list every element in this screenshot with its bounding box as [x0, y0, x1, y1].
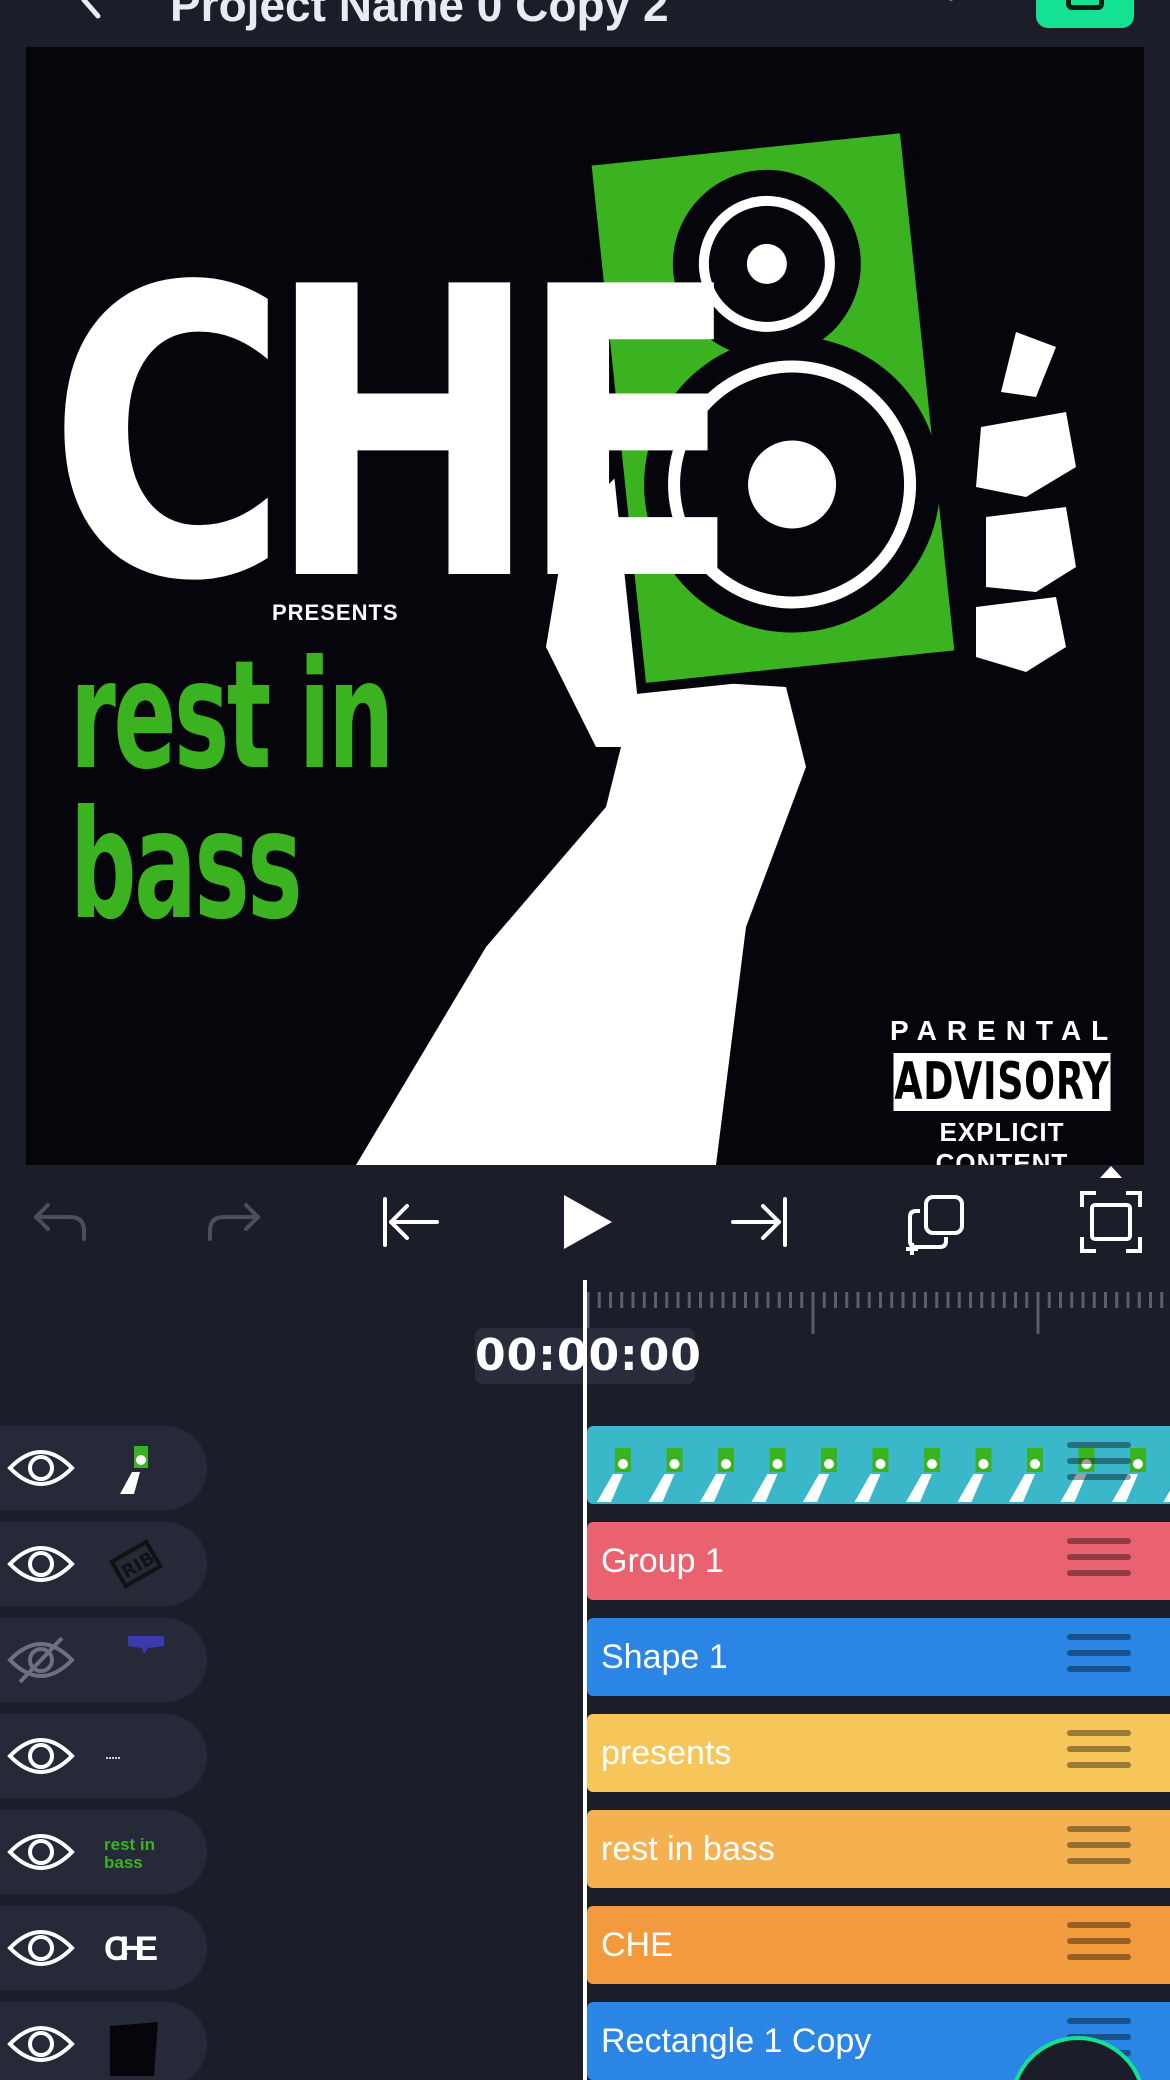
shape-1-clip[interactable]: Shape 1 — [587, 1618, 1170, 1696]
layer-controls: RIB — [0, 1522, 207, 1606]
rest-in-bass-clip[interactable]: rest in bass — [587, 1810, 1170, 1888]
redo-button[interactable] — [200, 1187, 270, 1257]
timeline[interactable]: 00:00:00 RIB Group 1 Shape 1 presents re… — [0, 1280, 1170, 2080]
clip-label: presents — [601, 1734, 732, 1772]
drag-handle-icon[interactable] — [1067, 1442, 1131, 1492]
skip-to-start-icon — [383, 1197, 439, 1247]
thumb-text-line-1: rest in — [104, 1835, 155, 1854]
timeline-ruler[interactable] — [584, 1280, 1170, 1335]
image-layer-thumbnail — [120, 1446, 148, 1494]
play-button[interactable] — [550, 1187, 620, 1257]
che-layer-thumbnail: CHE — [104, 1930, 158, 1968]
clip-label: CHE — [601, 1926, 673, 1964]
rest-in-bass-title: rest in bass — [70, 641, 394, 941]
layer-controls — [0, 1714, 207, 1798]
layer-controls — [0, 1426, 207, 1510]
eye-icon[interactable] — [6, 1536, 76, 1592]
rectangle-layer-thumbnail — [110, 2022, 158, 2076]
drag-handle-icon[interactable] — [1067, 1634, 1131, 1684]
play-icon — [564, 1195, 612, 1249]
layer-controls — [0, 2002, 207, 2080]
layer-controls: CHE — [0, 1906, 207, 1990]
settings-icon[interactable] — [925, 0, 977, 14]
che-headline: CHE — [48, 204, 741, 669]
undo-icon — [34, 1203, 86, 1241]
text-layer-thumbnail: rest in bass — [104, 1835, 155, 1872]
artwork-canvas[interactable]: CHE PRESENTS rest in bass PARENTAL ADVIS… — [26, 47, 1144, 1165]
undo-button[interactable] — [24, 1187, 94, 1257]
duplicate-button[interactable] — [900, 1187, 970, 1257]
redo-icon — [208, 1203, 260, 1241]
eye-icon[interactable] — [6, 1920, 76, 1976]
advisory-top-text: PARENTAL — [890, 1015, 1119, 1046]
title-line-1: rest in — [70, 629, 394, 803]
skip-to-end-button[interactable] — [725, 1187, 795, 1257]
fit-frame-button[interactable] — [1076, 1187, 1146, 1257]
presents-clip[interactable]: presents — [587, 1714, 1170, 1792]
thumb-text-line-2: bass — [104, 1853, 143, 1872]
drag-handle-icon[interactable] — [1067, 1730, 1131, 1780]
clip-label: Group 1 — [601, 1542, 724, 1580]
drag-handle-icon[interactable] — [1067, 1538, 1131, 1588]
drag-handle-icon[interactable] — [1067, 1826, 1131, 1876]
clip-label: Rectangle 1 Copy — [601, 2022, 872, 2060]
title-line-2: bass — [70, 779, 303, 953]
playback-toolbar — [0, 1165, 1170, 1280]
advisory-mid-text: ADVISORY — [893, 1052, 1111, 1112]
project-title[interactable]: Project Name 0 Copy 2 — [170, 0, 669, 32]
layer-controls — [0, 1618, 207, 1702]
parental-advisory-label: PARENTAL ADVISORY EXPLICIT CONTENT — [890, 1007, 1114, 1165]
skip-to-start-button[interactable] — [375, 1187, 445, 1257]
shape-layer-thumbnail — [128, 1636, 164, 1654]
top-bar: Project Name 0 Copy 2 — [0, 0, 1170, 47]
che-clip[interactable]: CHE — [587, 1906, 1170, 1984]
eye-icon[interactable] — [6, 1440, 76, 1496]
clip-label: Shape 1 — [601, 1638, 728, 1676]
eye-icon[interactable] — [6, 2016, 76, 2072]
group-layer-thumbnail: RIB — [108, 1539, 164, 1589]
presents-text: PRESENTS — [272, 600, 399, 625]
advisory-bottom-text: EXPLICIT CONTENT — [935, 1117, 1069, 1165]
playhead[interactable] — [583, 1280, 587, 2080]
image-layer-clip[interactable] — [587, 1426, 1170, 1504]
skip-to-end-icon — [731, 1197, 787, 1247]
back-icon[interactable] — [70, 0, 110, 20]
fit-frame-icon — [1080, 1191, 1142, 1253]
export-button[interactable] — [1036, 0, 1134, 28]
duplicate-icon — [906, 1195, 964, 1255]
layer-controls: rest in bass — [0, 1810, 207, 1894]
eye-icon[interactable] — [6, 1728, 76, 1784]
eye-icon[interactable] — [6, 1824, 76, 1880]
export-icon — [1066, 0, 1104, 10]
thumb-che-text: CHE — [104, 1930, 158, 1968]
drag-handle-icon[interactable] — [1067, 1922, 1131, 1972]
expand-caret-icon[interactable] — [1100, 1166, 1122, 1178]
group-1-clip[interactable]: Group 1 — [587, 1522, 1170, 1600]
eye-hidden-icon[interactable] — [6, 1632, 76, 1688]
presents-layer-thumbnail — [106, 1757, 120, 1759]
clip-label: rest in bass — [601, 1830, 775, 1868]
